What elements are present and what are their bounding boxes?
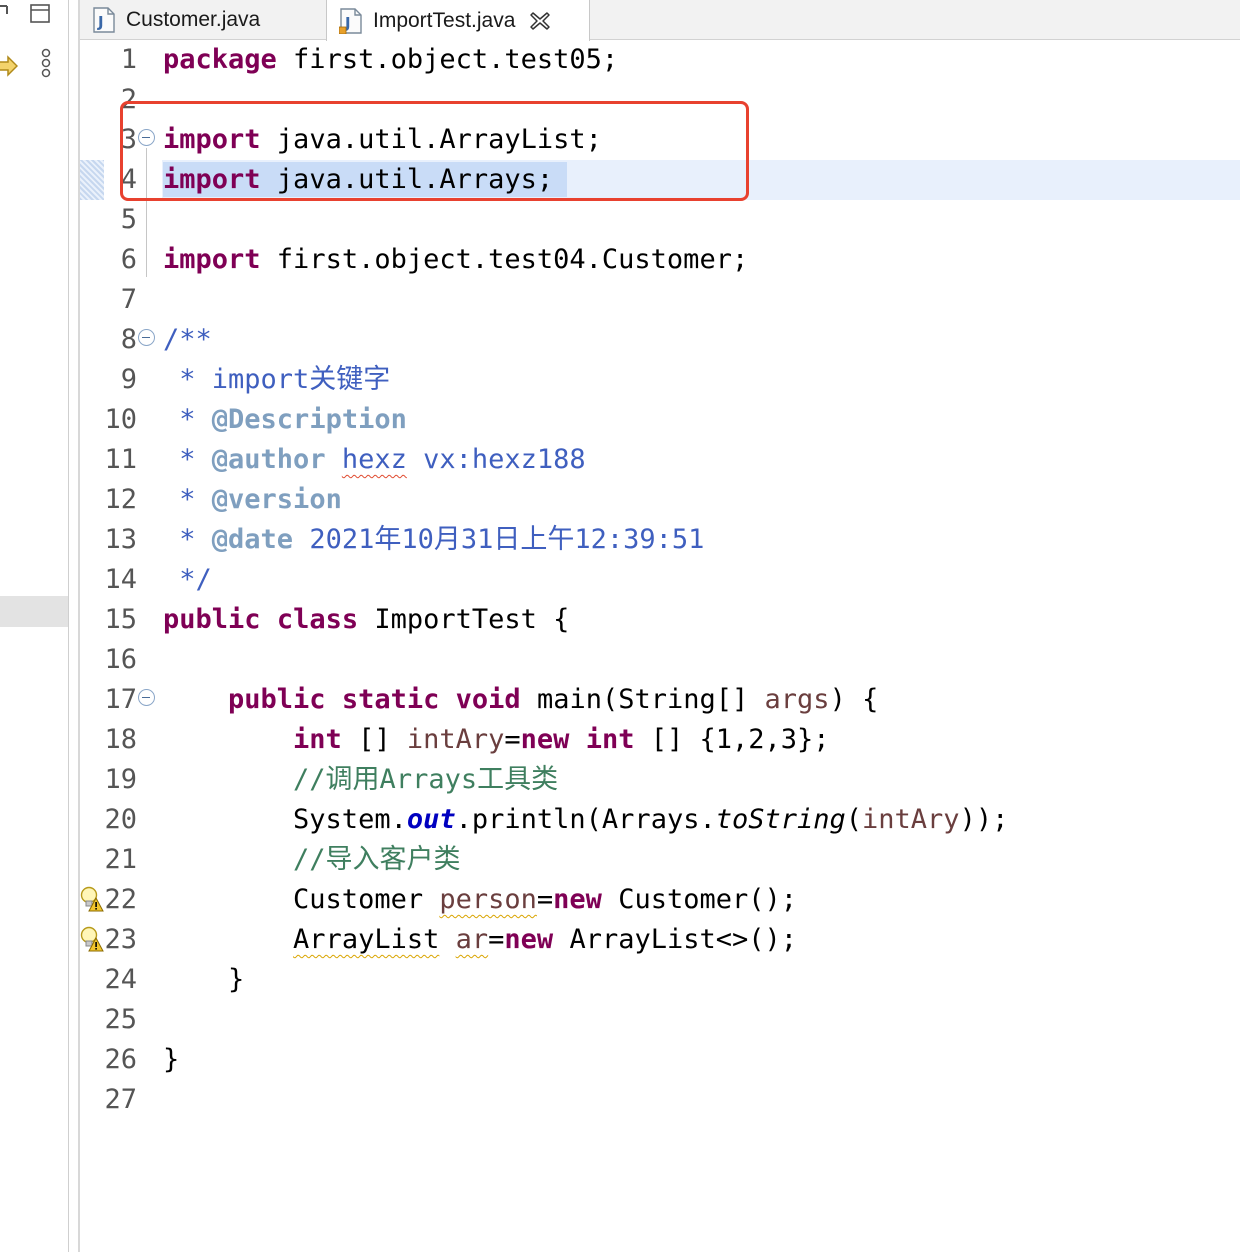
code-line[interactable]: 5 xyxy=(80,200,1240,240)
code-line[interactable]: 20 System.out.println(Arrays.toString(in… xyxy=(80,800,1240,840)
line-number: 21 xyxy=(104,844,137,875)
line-number: 27 xyxy=(104,1084,137,1115)
selected-tree-row[interactable] xyxy=(0,596,68,627)
line-number: 16 xyxy=(104,644,137,675)
tab-importtest-java[interactable]: J ImportTest.java xyxy=(326,0,590,41)
line-number: 12 xyxy=(104,484,137,515)
line-number: 9 xyxy=(120,364,137,395)
line-number: 6 xyxy=(120,244,137,275)
code-line[interactable]: 11 * @author hexz vx:hexz188 xyxy=(80,440,1240,480)
line-number: 23 xyxy=(104,924,137,955)
view-menu-icon[interactable] xyxy=(38,48,54,80)
code-line[interactable]: 13 * @date 2021年10月31日上午12:39:51 xyxy=(80,520,1240,560)
line-number: 1 xyxy=(120,44,137,75)
code-text: import java.util.Arrays; xyxy=(163,164,554,195)
tab-label: Customer.java xyxy=(126,8,261,31)
line-number: 22 xyxy=(104,884,137,915)
line-number: 17 xyxy=(104,684,137,715)
code-line[interactable]: 1 package first.object.test05; xyxy=(80,40,1240,80)
line-number: 3 xyxy=(120,124,137,155)
code-text: System.out.println(Arrays.toString(intAr… xyxy=(163,804,1009,835)
line-number: 15 xyxy=(104,604,137,635)
code-text: Customer person=new Customer(); xyxy=(163,884,798,915)
code-text: } xyxy=(163,1044,180,1075)
code-text: import first.object.test04.Customer; xyxy=(163,244,749,275)
code-line[interactable]: 23 ArrayList ar=new ArrayList<>(); xyxy=(80,920,1240,960)
line-number: 25 xyxy=(104,1004,137,1035)
code-text: * @date 2021年10月31日上午12:39:51 xyxy=(163,524,705,555)
line-number: 13 xyxy=(104,524,137,555)
code-line[interactable]: 17 public static void main(String[] args… xyxy=(80,680,1240,720)
link-with-editor-icon[interactable] xyxy=(0,54,18,78)
code-text: package first.object.test05; xyxy=(163,44,619,75)
code-line[interactable]: 10 * @Description xyxy=(80,400,1240,440)
code-text: ArrayList ar=new ArrayList<>(); xyxy=(293,924,798,955)
code-line[interactable]: 15 public class ImportTest { xyxy=(80,600,1240,640)
tab-label: ImportTest.java xyxy=(373,8,516,32)
restore-view-icon[interactable] xyxy=(0,4,10,16)
code-line[interactable]: 21 //导入客户类 xyxy=(80,840,1240,880)
code-text: * @author hexz vx:hexz188 xyxy=(163,444,586,475)
code-line[interactable]: 9 * import关键字 xyxy=(80,360,1240,400)
code-line[interactable]: 16 xyxy=(80,640,1240,680)
java-file-icon: J xyxy=(93,7,115,33)
left-view-strip xyxy=(0,0,70,1252)
code-text: * @version xyxy=(163,484,342,515)
warning-underline: person xyxy=(439,884,537,915)
line-number: 20 xyxy=(104,804,137,835)
line-number: 10 xyxy=(104,404,137,435)
svg-text:J: J xyxy=(97,13,104,31)
code-line[interactable]: 26 } xyxy=(80,1040,1240,1080)
code-text: public static void main(String[] args) { xyxy=(228,684,879,715)
code-line[interactable]: 12 * @version xyxy=(80,480,1240,520)
code-line[interactable]: 2 xyxy=(80,80,1240,120)
line-number: 14 xyxy=(104,564,137,595)
code-line[interactable]: 18 int [] intAry=new int [] {1,2,3}; xyxy=(80,720,1240,760)
line-number: 7 xyxy=(120,284,137,315)
code-text: import java.util.ArrayList; xyxy=(163,124,602,155)
code-editor[interactable]: 1 package first.object.test05; 2 3 impor… xyxy=(80,40,1240,1252)
code-text: /** xyxy=(163,324,212,355)
code-line[interactable]: 6 import first.object.test04.Customer; xyxy=(80,240,1240,280)
line-number: 11 xyxy=(104,444,137,475)
spelling-error: hexz xyxy=(341,444,407,475)
line-number: 18 xyxy=(104,724,137,755)
line-number: 2 xyxy=(120,84,137,115)
code-line[interactable]: 27 xyxy=(80,1080,1240,1120)
code-line[interactable]: 3 import java.util.ArrayList; xyxy=(80,120,1240,160)
code-line-current[interactable]: 4 import java.util.Arrays; xyxy=(80,160,1240,200)
code-text: * import关键字 xyxy=(163,364,391,395)
warning-underline: ar xyxy=(455,924,489,955)
code-line[interactable]: 22 Customer person=new Customer(); xyxy=(80,880,1240,920)
java-file-icon: J xyxy=(339,7,362,34)
code-line[interactable]: 19 //调用Arrays工具类 xyxy=(80,760,1240,800)
code-line[interactable]: 14 */ xyxy=(80,560,1240,600)
line-number: 19 xyxy=(104,764,137,795)
code-line[interactable]: 7 xyxy=(80,280,1240,320)
maximize-view-icon[interactable] xyxy=(30,4,50,24)
warning-underline: ArrayList xyxy=(293,924,440,955)
code-line[interactable]: 24 } xyxy=(80,960,1240,1000)
code-text: int [] intAry=new int [] {1,2,3}; xyxy=(293,724,830,755)
close-tab-icon[interactable] xyxy=(529,10,551,32)
code-text: } xyxy=(163,964,245,995)
code-text: //调用Arrays工具类 xyxy=(293,764,559,795)
code-line[interactable]: 8 /** xyxy=(80,320,1240,360)
line-number: 24 xyxy=(104,964,137,995)
line-number: 4 xyxy=(120,164,137,195)
code-text: public class ImportTest { xyxy=(163,604,570,635)
line-number: 8 xyxy=(120,324,137,355)
code-text: //导入客户类 xyxy=(293,844,461,875)
tab-customer-java[interactable]: J Customer.java xyxy=(80,0,326,40)
code-text: */ xyxy=(163,564,212,595)
line-number: 26 xyxy=(104,1044,137,1075)
editor-tab-bar: J Customer.java J ImportTest.java xyxy=(80,0,1240,41)
code-line[interactable]: 25 xyxy=(80,1000,1240,1040)
line-number: 5 xyxy=(120,204,137,235)
view-divider xyxy=(68,0,69,1252)
code-text: * @Description xyxy=(163,404,407,435)
